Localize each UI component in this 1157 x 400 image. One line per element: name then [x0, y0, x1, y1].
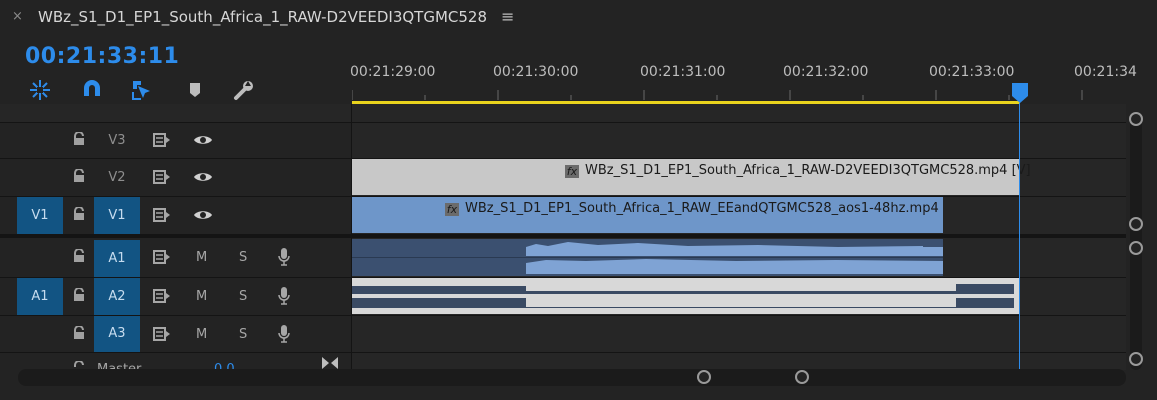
track-name-v2[interactable]: V2: [94, 159, 140, 196]
track-header-a3: A3 M S: [0, 316, 351, 352]
audio-clip-a1[interactable]: [352, 239, 943, 276]
sequence-tab-title[interactable]: WBz_S1_D1_EP1_South_Africa_1_RAW-D2VEEDI…: [38, 8, 487, 26]
magnet-icon[interactable]: [80, 78, 104, 102]
playhead-line[interactable]: [1019, 103, 1020, 370]
solo-button[interactable]: S: [239, 289, 247, 304]
ruler-tick-label: 00:21:29:00: [350, 64, 436, 80]
track-header-v3: V3: [0, 123, 351, 158]
track-header-master: Master 0.0: [0, 353, 351, 370]
vertical-scrollbar[interactable]: [1128, 112, 1144, 370]
lock-icon[interactable]: [73, 131, 85, 150]
sync-lock-icon[interactable]: [153, 208, 171, 226]
panel-menu-icon[interactable]: ≡: [501, 7, 514, 26]
wrench-icon[interactable]: [232, 78, 256, 102]
playhead-handle[interactable]: [1012, 83, 1028, 103]
sync-lock-icon[interactable]: [153, 133, 171, 151]
scrollbar-handle[interactable]: [1129, 352, 1143, 366]
solo-button[interactable]: S: [239, 250, 247, 265]
lock-icon[interactable]: [73, 287, 85, 306]
clip-title: WBz_S1_D1_EP1_South_Africa_1_RAW_EEandQT…: [465, 201, 943, 216]
microphone-icon[interactable]: [277, 247, 291, 271]
track-header-a2: A1 A2 M S: [0, 278, 351, 315]
video-clip-v1[interactable]: fx WBz_S1_D1_EP1_South_Africa_1_RAW_EEand…: [352, 197, 943, 233]
zoom-handle-right[interactable]: [795, 370, 809, 384]
lock-icon[interactable]: [73, 168, 85, 187]
sync-lock-icon[interactable]: [153, 327, 171, 345]
time-ruler[interactable]: 00:21:29:00 00:21:30:00 00:21:31:00 00:2…: [350, 60, 1137, 100]
clip-title: WBz_S1_D1_EP1_South_Africa_1_RAW-D2VEEDI…: [585, 163, 1031, 178]
fx-badge[interactable]: fx: [565, 165, 579, 178]
lock-icon[interactable]: [73, 248, 85, 267]
sync-lock-icon[interactable]: [153, 250, 171, 268]
scrollbar-handle[interactable]: [1129, 217, 1143, 231]
lock-icon[interactable]: [73, 206, 85, 225]
ruler-tick-label: 00:21:30:00: [493, 64, 579, 80]
track-name-a1[interactable]: A1: [94, 240, 140, 277]
mute-button[interactable]: M: [196, 250, 207, 265]
sync-lock-icon[interactable]: [153, 289, 171, 307]
ruler-tick-label: 00:21:34: [1074, 64, 1137, 80]
mute-button[interactable]: M: [196, 289, 207, 304]
scrollbar-handle[interactable]: [1129, 241, 1143, 255]
track-header-v2: V2: [0, 159, 351, 196]
source-patch-a1[interactable]: A1: [17, 278, 63, 315]
eye-icon[interactable]: [193, 170, 213, 188]
clip-label-v2: fx WBz_S1_D1_EP1_South_Africa_1_RAW-D2VEE…: [565, 163, 1031, 178]
track-name-v3[interactable]: V3: [94, 123, 140, 158]
lock-icon[interactable]: [73, 325, 85, 344]
fx-badge[interactable]: fx: [445, 203, 459, 216]
track-name-a2[interactable]: A2: [94, 278, 140, 315]
ruler-tick-label: 00:21:33:00: [929, 64, 1015, 80]
linked-selection-icon[interactable]: [130, 78, 154, 102]
track-name-a3[interactable]: A3: [94, 316, 140, 352]
scrollbar-handle[interactable]: [1129, 112, 1143, 126]
marker-icon[interactable]: [183, 78, 207, 102]
audio-clip-a2[interactable]: [352, 278, 1020, 314]
ruler-tick-label: 00:21:31:00: [640, 64, 726, 80]
microphone-icon[interactable]: [277, 286, 291, 310]
horizontal-zoom-scrollbar[interactable]: [18, 369, 1126, 386]
go-to-end-icon[interactable]: [321, 356, 339, 370]
solo-button[interactable]: S: [239, 327, 247, 342]
zoom-handle-left[interactable]: [697, 370, 711, 384]
clip-label-v1: fx WBz_S1_D1_EP1_South_Africa_1_RAW_EEand…: [445, 201, 943, 216]
insert-snap-icon[interactable]: [28, 78, 52, 102]
playhead-timecode[interactable]: 00:21:33:11: [25, 44, 179, 69]
eye-icon[interactable]: [193, 208, 213, 226]
sync-lock-icon[interactable]: [153, 170, 171, 188]
close-tab-icon[interactable]: ×: [12, 9, 23, 24]
ruler-tick-label: 00:21:32:00: [783, 64, 869, 80]
track-name-v1[interactable]: V1: [94, 197, 140, 234]
microphone-icon[interactable]: [277, 324, 291, 348]
track-header-a1: A1 M S: [0, 238, 351, 277]
source-patch-v1[interactable]: V1: [17, 197, 63, 234]
track-header-v1: V1 V1: [0, 197, 351, 234]
eye-icon[interactable]: [193, 133, 213, 151]
mute-button[interactable]: M: [196, 327, 207, 342]
